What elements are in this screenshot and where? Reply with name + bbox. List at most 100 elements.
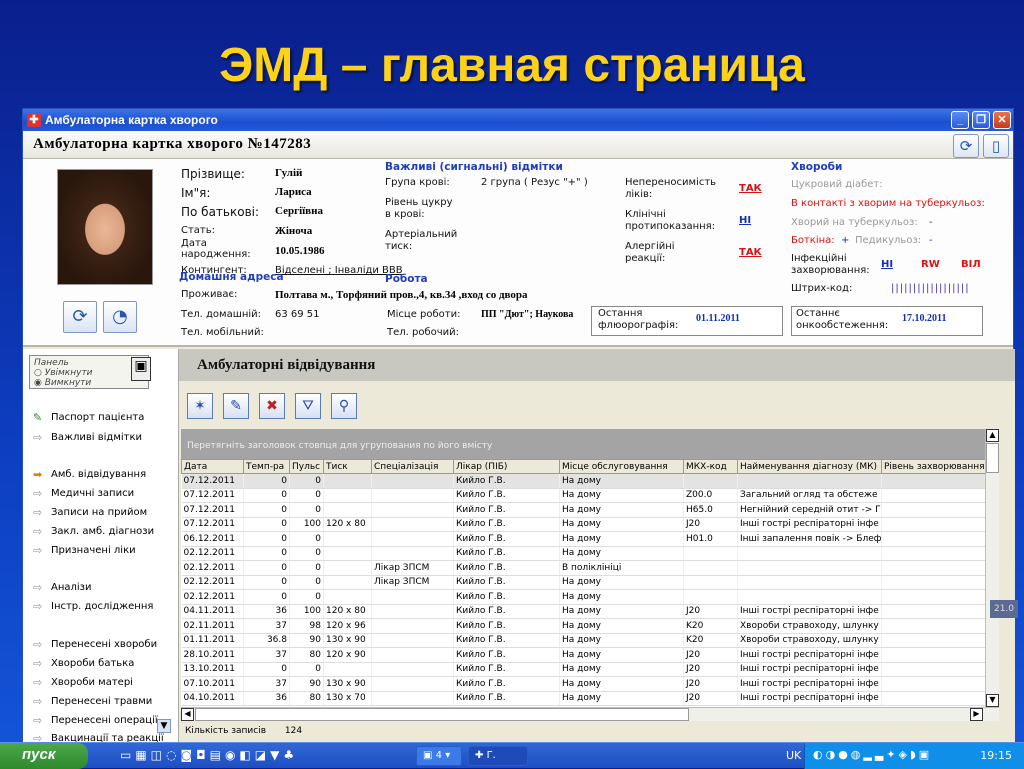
scroll-left-icon[interactable]: ◀ — [181, 708, 194, 721]
intolerance-link[interactable]: ТАК — [739, 183, 762, 194]
column-header[interactable]: Рівень захворювання — [881, 459, 985, 474]
table-cell — [323, 531, 372, 547]
language-indicator[interactable]: UK — [786, 749, 801, 762]
pressure-label: Артеріальний — [385, 229, 458, 240]
table-row[interactable]: 04.11.2011 36 100 120 х 80 Кийло Г.В. На дому… — [181, 604, 985, 619]
column-header[interactable]: Пульс — [289, 459, 324, 474]
infect-label: Інфекційні — [791, 253, 847, 264]
name-value: Лариса — [275, 186, 312, 198]
contra-link[interactable]: НІ — [739, 215, 751, 226]
table-cell — [371, 488, 454, 503]
table-row[interactable]: 02.11.2011 37 98 120 х 96 Кийло Г.В. На дому K… — [181, 618, 985, 634]
horizontal-scrollbar[interactable]: ◀ ▶ — [181, 707, 999, 721]
arrow-icon: ⇨ — [33, 525, 43, 538]
table-row[interactable]: 02.12.2011 0 0 Кийло Г.В. На дому — [181, 589, 985, 605]
nav-label: Хвороби батька — [51, 658, 135, 669]
table-row[interactable]: 07.12.2011 0 100 120 х 80 Кийло Г.В. На дому J… — [181, 517, 985, 532]
taskbar-task-app[interactable]: ✚ Г. — [468, 746, 528, 766]
nav-past-diseases[interactable]: ⇨ Перенесені хвороби — [33, 638, 157, 651]
table-cell — [881, 546, 985, 561]
nav-drugs[interactable]: ⇨ Призначені ліки — [33, 544, 136, 557]
view-icon[interactable]: ⚲ — [331, 393, 357, 419]
table-row[interactable]: 07.12.2011 0 0 Кийло Г.В. На дому H65.0 Негній… — [181, 502, 985, 518]
refresh-icon[interactable]: ⟳ — [953, 134, 979, 158]
close-button[interactable]: ✕ — [993, 111, 1011, 129]
taskbar: пуск ▭▦◫◌◙◘▤◉◧◪▼♣ ▣ 4 ▾ ✚ Г. UK ◐◑●◍▂▃✦◈… — [0, 742, 1024, 769]
column-header[interactable]: Місце обслуговування — [559, 459, 684, 474]
patronymic-label: По батькові: — [181, 205, 260, 219]
nav-mother-diseases[interactable]: ⇨ Хвороби матері — [33, 676, 133, 689]
minimize-button[interactable]: _ — [951, 111, 969, 129]
table-cell: 0 — [243, 531, 290, 547]
column-header[interactable]: Найменування діагнозу (МК) — [737, 459, 882, 474]
nav-diagnoses[interactable]: ⇨ Закл. амб. діагнози — [33, 525, 154, 538]
table-row[interactable]: 13.10.2011 0 0 Кийло Г.В. На дому J20 Інші гос… — [181, 662, 985, 677]
scroll-up-icon[interactable]: ▲ — [986, 429, 999, 442]
table-cell: K20 — [683, 618, 738, 634]
column-header[interactable]: Лікар (ПІБ) — [453, 459, 560, 474]
table-cell: H01.0 — [683, 531, 738, 547]
table-row[interactable]: 07.12.2011 0 0 Кийло Г.В. На дому — [181, 473, 985, 489]
table-row[interactable]: 28.10.2011 37 80 120 х 90 Кийло Г.В. На дому J… — [181, 647, 985, 663]
edit-icon[interactable]: ✎ — [223, 393, 249, 419]
lives-value: Полтава м., Торфяний пров.,4, кв.34 ,вхо… — [275, 289, 528, 301]
table-cell: 0 — [289, 589, 324, 605]
refresh-photo-button[interactable]: ⟳ — [63, 301, 97, 333]
quicklaunch-icons[interactable]: ▭▦◫◌◙◘▤◉◧◪▼♣ — [120, 748, 298, 762]
botkin-label: Боткіна: — [791, 235, 835, 246]
table-cell: 07.12.2011 — [181, 488, 244, 503]
exit-door-icon[interactable]: ▯ — [983, 134, 1009, 158]
table-row[interactable]: 04.10.2011 36 80 130 х 70 Кийло Г.В. На дому J… — [181, 691, 985, 706]
delete-icon[interactable]: ✖ — [259, 393, 285, 419]
scroll-right-icon[interactable]: ▶ — [970, 708, 983, 721]
taskbar-task-group[interactable]: ▣ 4 ▾ — [416, 746, 462, 766]
scroll-down-icon[interactable]: ▼ — [986, 694, 999, 707]
table-cell: 28.10.2011 — [181, 647, 244, 663]
column-header[interactable]: Темп-ра — [243, 459, 290, 474]
table-row[interactable]: 06.12.2011 0 0 Кийло Г.В. На дому H01.0 Інші з… — [181, 531, 985, 547]
scroll-down-icon[interactable]: ▼ — [157, 719, 171, 733]
nav-analyses[interactable]: ⇨ Аналізи — [33, 581, 92, 594]
column-header[interactable]: МКХ-код — [683, 459, 738, 474]
column-header[interactable]: Дата — [181, 459, 244, 474]
table-cell: Інші гострі респіраторні інфе — [737, 517, 882, 532]
nav-appointments[interactable]: ⇨ Записи на прийом — [33, 506, 147, 519]
hscroll-thumb[interactable] — [195, 708, 689, 721]
contingent-value[interactable]: Відселені ; Інваліди ВВВ — [275, 265, 403, 276]
column-header[interactable]: Тиск — [323, 459, 372, 474]
table-cell: 120 х 96 — [323, 618, 372, 634]
panel-on-radio[interactable]: ○ Увімкнути — [34, 368, 144, 378]
nav-operations[interactable]: ⇨ Перенесені операції — [33, 714, 158, 727]
restore-button[interactable]: ❐ — [972, 111, 990, 129]
table-row[interactable]: 07.12.2011 0 0 Кийло Г.В. На дому Z00.0 Загаль… — [181, 488, 985, 503]
group-by-area[interactable]: Перетягніть заголовок стовпця для угрупо… — [181, 429, 997, 459]
table-row[interactable]: 02.12.2011 0 0 Лікар ЗПСМ Кийло Г.В. На дому — [181, 575, 985, 590]
nav-records[interactable]: ⇨ Медичні записи — [33, 487, 134, 500]
panel-off-radio[interactable]: ◉ Вимкнути — [34, 378, 144, 388]
allergy-link[interactable]: ТАК — [739, 247, 762, 258]
table-cell — [683, 473, 738, 489]
scroll-thumb[interactable] — [986, 443, 999, 473]
table-cell: В поліклініці — [559, 560, 684, 576]
table-row[interactable]: 02.12.2011 0 0 Лікар ЗПСМ Кийло Г.В. В полікл… — [181, 560, 985, 576]
nav-instrumental[interactable]: ⇨ Інстр. дослідження — [33, 600, 153, 613]
nav-passport[interactable]: ✎ Паспорт пацієнта — [33, 411, 144, 424]
vertical-scrollbar[interactable]: ▲ ▼ — [985, 429, 999, 707]
tray-icons[interactable]: ◐◑●◍▂▃✦◈◗▣ — [813, 748, 932, 761]
table-row[interactable]: 02.12.2011 0 0 Кийло Г.В. На дому — [181, 546, 985, 561]
nav-injuries[interactable]: ⇨ Перенесені травми — [33, 695, 152, 708]
table-cell — [323, 546, 372, 561]
filter-icon[interactable]: ⛛ — [295, 393, 321, 419]
schedule-button[interactable]: ◔ — [103, 301, 137, 333]
column-header[interactable]: Спеціалізація — [371, 459, 454, 474]
onco-box: Останнє онкообстеження: 17.10.2011 — [791, 306, 983, 336]
nav-visits[interactable]: ➡ Амб. відвідування — [33, 468, 146, 481]
nav-important[interactable]: ⇨ Важливі відмітки — [33, 431, 142, 444]
nav-father-diseases[interactable]: ⇨ Хвороби батька — [33, 657, 134, 670]
table-row[interactable]: 07.10.2011 37 90 130 х 90 Кийло Г.В. На дому J… — [181, 676, 985, 692]
start-button[interactable]: пуск — [0, 743, 88, 769]
table-row[interactable]: 01.11.2011 36.8 90 130 х 90 Кийло Г.В. На дом… — [181, 633, 985, 648]
panel-computer-icon[interactable]: ▣ — [131, 357, 151, 381]
new-record-icon[interactable]: ✶ — [187, 393, 213, 419]
infect-ni-link[interactable]: НІ — [881, 259, 893, 270]
